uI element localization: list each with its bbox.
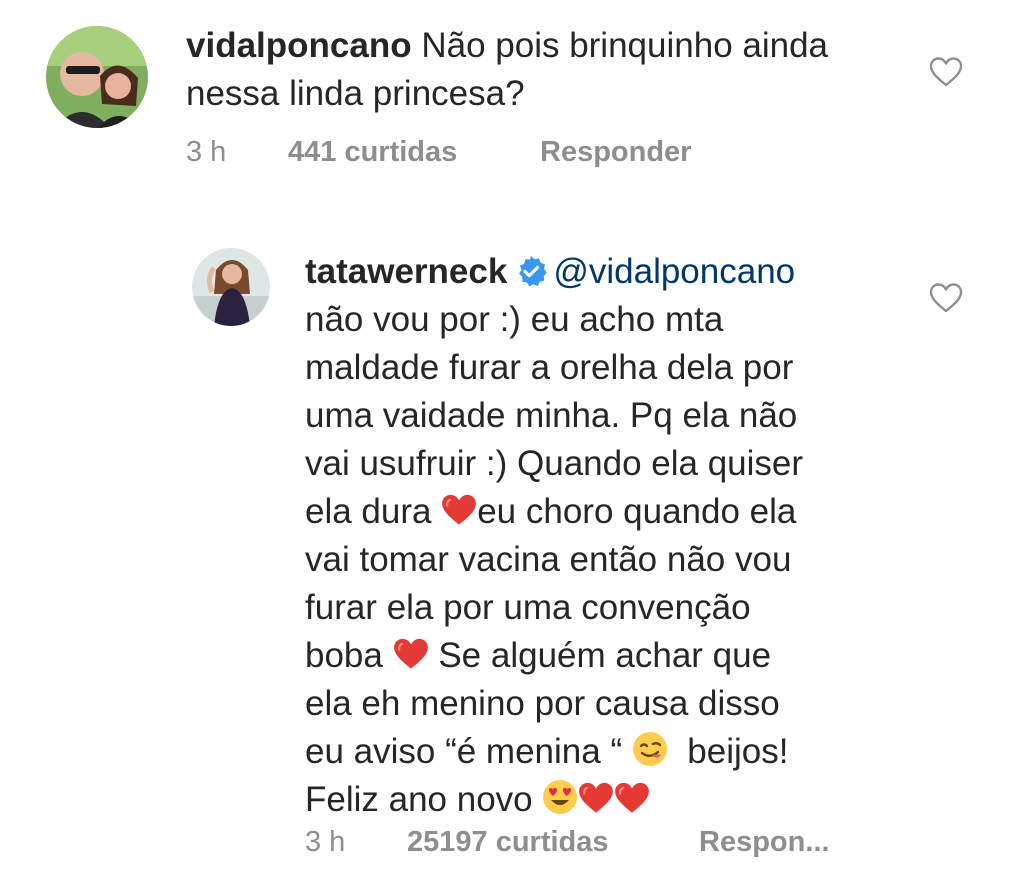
avatar[interactable] (46, 26, 148, 128)
reply-line: boba Se alguém achar que (305, 632, 895, 680)
reply-line: uma vaidade minha. Pq ela não (305, 396, 798, 435)
red-heart-emoji (578, 781, 614, 815)
reply-line: eu aviso “é menina “ beijos! (305, 728, 895, 776)
reply-line: ela eh menino por causa disso (305, 684, 780, 723)
reply-username[interactable]: tatawerneck (305, 252, 507, 291)
comment-text: vidalponcano Não pois brinquinho ainda n… (186, 22, 906, 118)
reply-button[interactable]: Responder (540, 136, 691, 169)
reply-line-part: Feliz ano novo (305, 780, 533, 819)
reply-button[interactable]: Respon... (699, 826, 830, 859)
reply-line: furar ela por uma convenção (305, 588, 751, 627)
reply-line-part: eu choro quando ela (477, 492, 797, 531)
comment-meta: 3 h 441 curtidas Responder (186, 136, 786, 172)
reply-line-part: beijos! (687, 732, 789, 771)
heart-outline-icon[interactable] (929, 56, 963, 88)
reply-line: vai tomar vacina então não vou (305, 540, 792, 579)
red-heart-emoji (614, 781, 650, 815)
heart-outline-icon[interactable] (929, 282, 963, 314)
reply-line: ela dura eu choro quando ela (305, 488, 895, 536)
comment-time: 3 h (186, 136, 227, 168)
reply-line-part: Se alguém achar que (428, 636, 772, 675)
reply-text: tatawerneck @vidalponcano não vou por :) … (305, 248, 895, 824)
comment-likes[interactable]: 441 curtidas (288, 136, 457, 169)
reply-line-part: boba (305, 636, 383, 675)
avatar[interactable] (192, 248, 270, 326)
face-savoring-food-emoji (632, 731, 668, 767)
verified-badge-icon (519, 256, 548, 287)
reply-time: 3 h (305, 826, 346, 858)
red-heart-emoji (441, 493, 477, 527)
reply-line: maldade furar a orelha dela por (305, 348, 794, 387)
reply-line-part: ela dura (305, 492, 432, 531)
heart-eyes-emoji (542, 779, 578, 815)
mention-link[interactable]: @vidalponcano (553, 252, 795, 291)
reply-line: não vou por :) eu acho mta (305, 300, 724, 339)
reply-line: Feliz ano novo (305, 776, 895, 824)
reply-line: vai usufruir :) Quando ela quiser (305, 444, 804, 483)
red-heart-emoji (393, 637, 429, 671)
reply-likes[interactable]: 25197 curtidas (407, 826, 609, 859)
reply-line-part: eu aviso “é menina “ (305, 732, 623, 771)
comment-username[interactable]: vidalponcano (186, 26, 412, 65)
reply-meta: 3 h 25197 curtidas Respon... (305, 826, 905, 862)
